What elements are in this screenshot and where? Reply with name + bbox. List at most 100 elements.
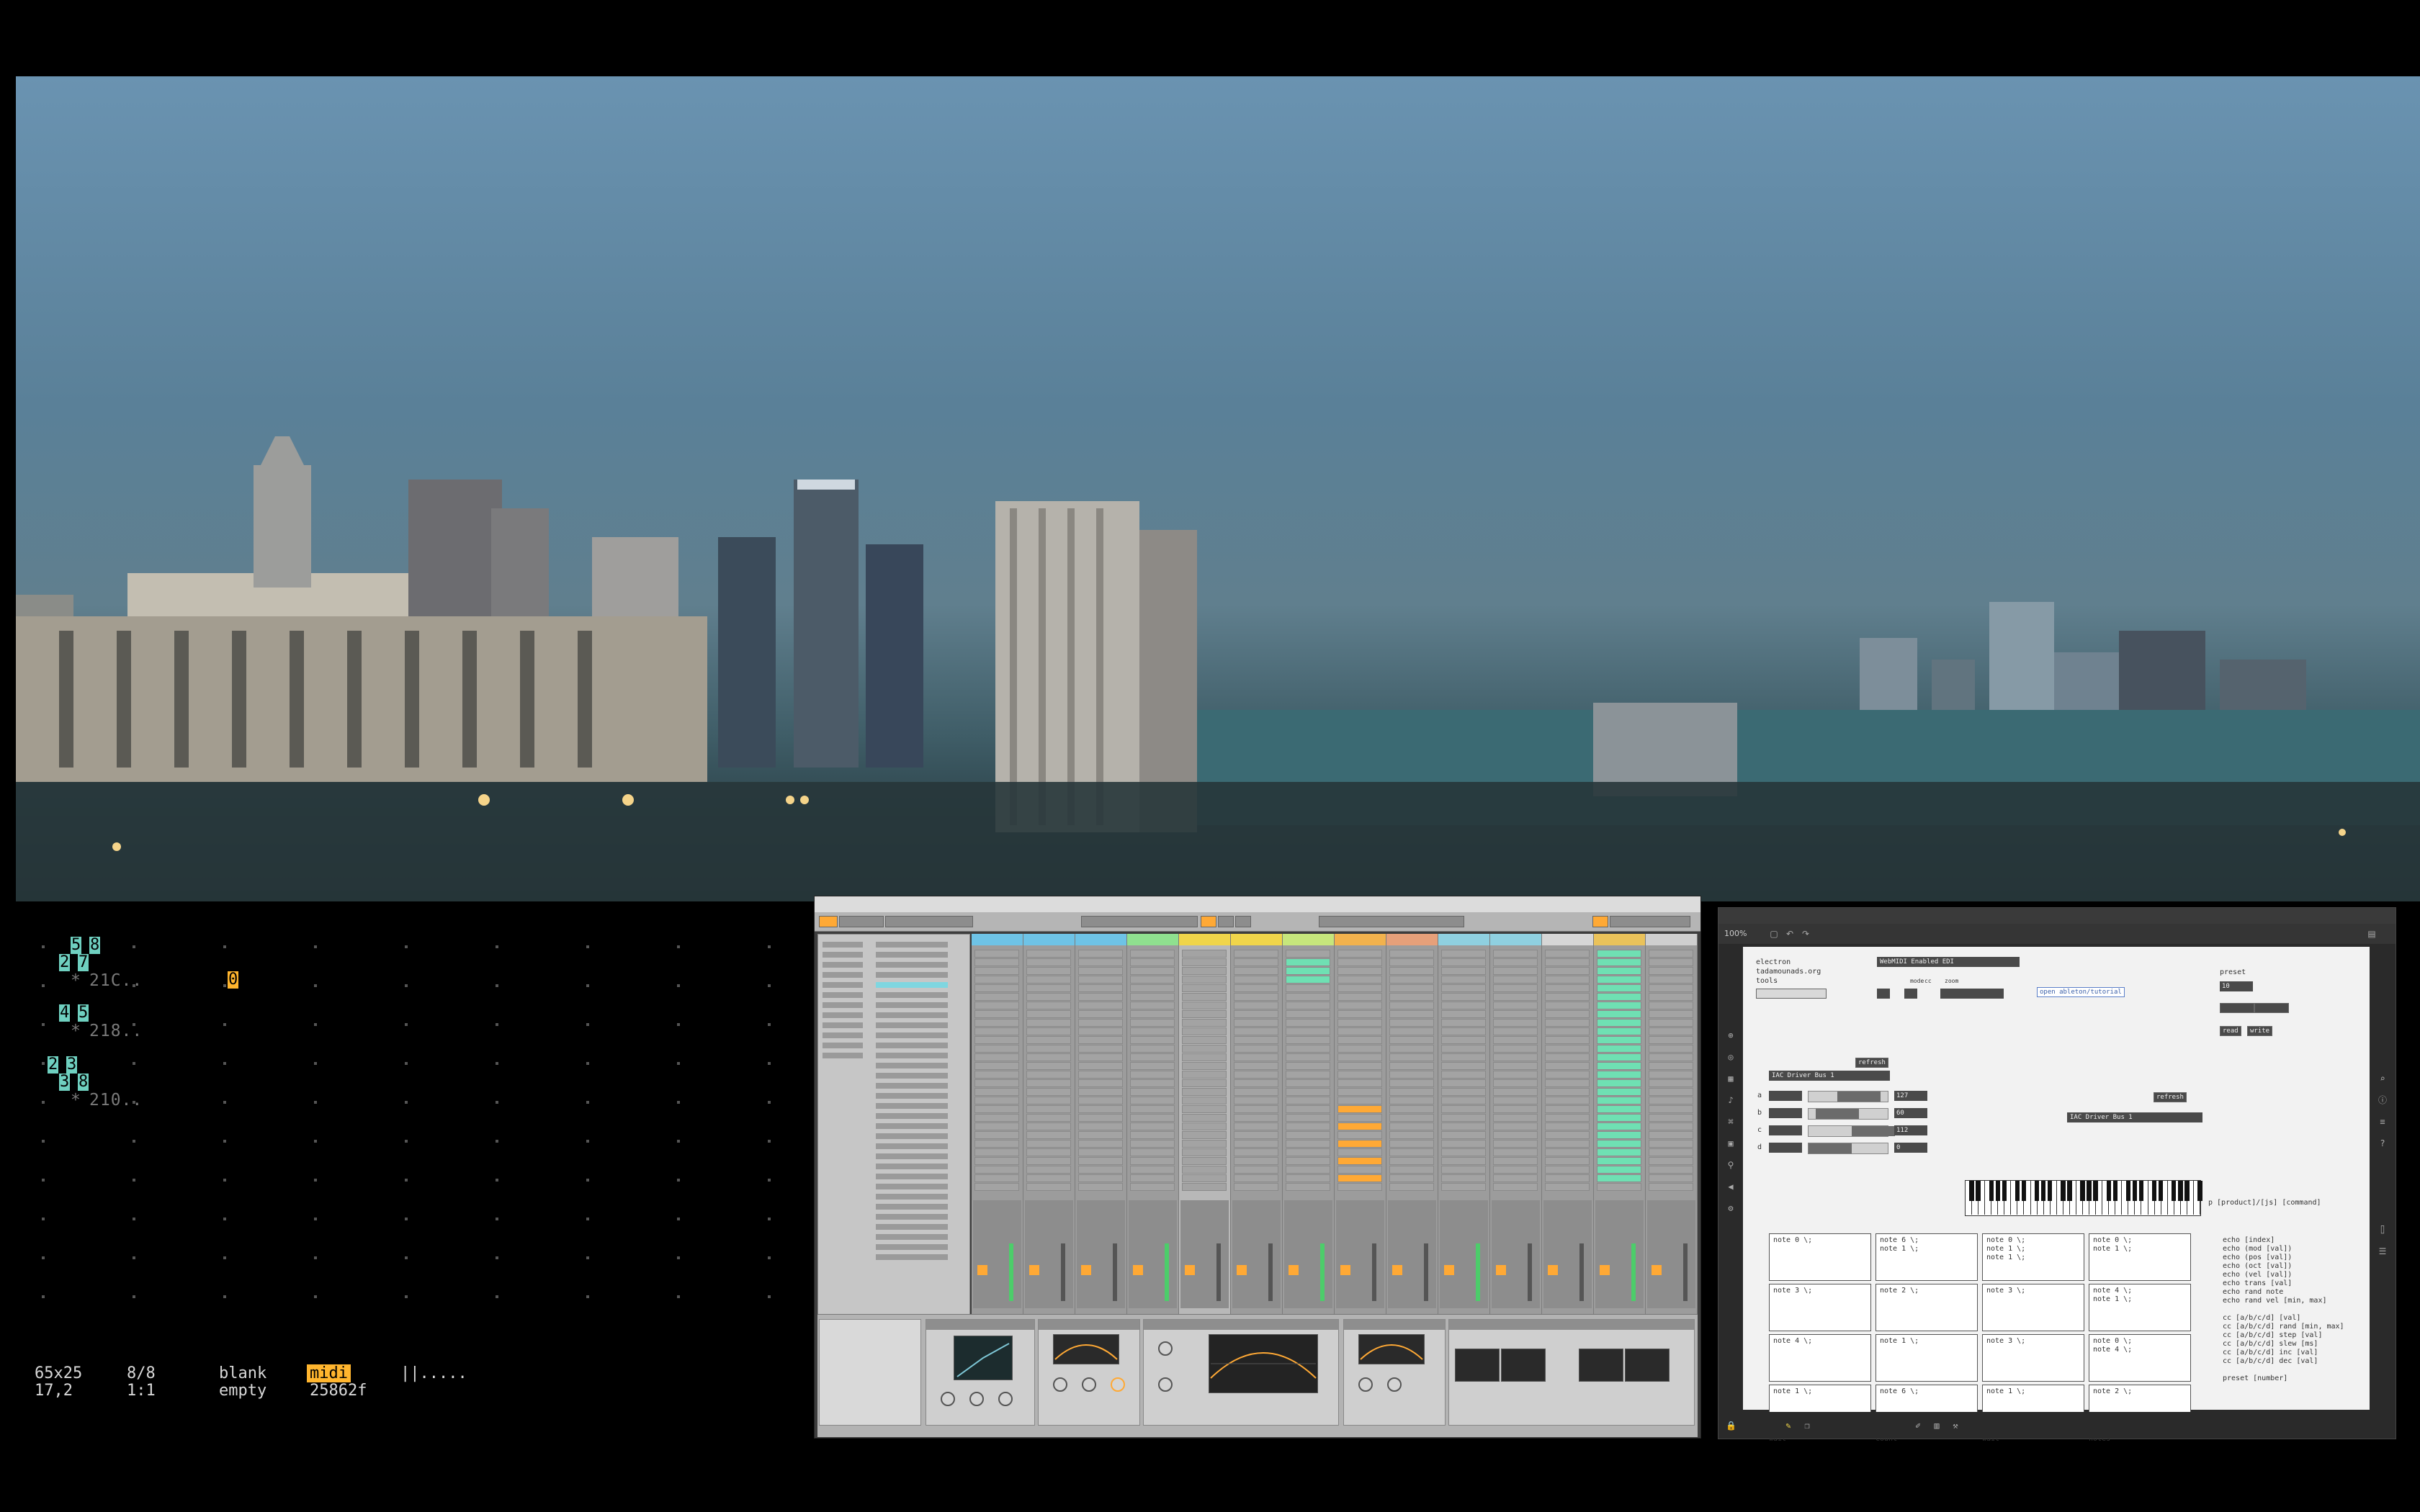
knob[interactable] — [969, 1392, 984, 1406]
search-icon[interactable]: ⌕ — [2378, 1074, 2388, 1084]
clip-slot[interactable] — [1286, 1105, 1330, 1113]
browser-item[interactable] — [823, 1012, 863, 1018]
open-url-message[interactable]: open ableton/tutorial — [2037, 987, 2125, 997]
clip-slot[interactable] — [1182, 984, 1227, 992]
piano-key-black[interactable] — [2197, 1181, 2202, 1201]
clip-slot[interactable] — [1649, 1122, 1693, 1130]
device-auto-filter[interactable] — [1343, 1319, 1446, 1426]
note-cell[interactable]: note 6 \; note 1 \; — [1876, 1233, 1978, 1281]
clip-slot[interactable] — [1026, 993, 1071, 1001]
device-compressor[interactable] — [926, 1319, 1035, 1426]
track-column[interactable] — [1023, 934, 1075, 1314]
clip-slot[interactable] — [1078, 1122, 1123, 1130]
track-activator[interactable] — [1185, 1265, 1195, 1275]
preset-box[interactable] — [2220, 1003, 2254, 1013]
clip-slot[interactable] — [974, 976, 1019, 984]
clip-slot[interactable] — [1026, 976, 1071, 984]
mixer-strip[interactable] — [1077, 1200, 1125, 1308]
clip-slot[interactable] — [1130, 1174, 1175, 1182]
driver-menu[interactable]: WebMIDI Enabled EDI — [1877, 957, 2020, 967]
clip-slot[interactable] — [1182, 1166, 1227, 1174]
mixer-strip[interactable] — [1232, 1200, 1281, 1308]
zoom-level[interactable]: 100% — [1724, 929, 1747, 938]
tempo-field[interactable] — [839, 916, 884, 927]
clip-slot[interactable] — [1441, 967, 1486, 975]
clip-slot[interactable] — [1545, 1062, 1590, 1070]
clip-slot[interactable] — [1182, 1174, 1227, 1182]
piano-key[interactable] — [2051, 1181, 2057, 1215]
clip-slot[interactable] — [974, 1183, 1019, 1191]
clip-slot[interactable] — [1234, 1131, 1278, 1139]
clip-slot[interactable] — [1286, 1010, 1330, 1018]
key-map-button[interactable] — [1592, 916, 1608, 927]
bottom-toolbar[interactable]: 🔒 ✎ ❐ ✐ ▥ ⚒ — [1718, 1412, 2396, 1439]
clip-slot[interactable] — [1441, 1088, 1486, 1096]
clip-slot[interactable] — [1234, 976, 1278, 984]
track-column[interactable] — [1386, 934, 1438, 1314]
grid-icon[interactable]: ▦ — [1726, 1074, 1736, 1084]
cc-value[interactable]: 0 — [1894, 1143, 1927, 1153]
clip-slot[interactable] — [1649, 1036, 1693, 1044]
device-eq[interactable] — [1038, 1319, 1140, 1426]
mixer-strip[interactable] — [973, 1200, 1021, 1308]
clip-slot[interactable] — [1493, 1166, 1538, 1174]
track-header[interactable] — [1438, 934, 1489, 945]
track-column[interactable] — [972, 934, 1023, 1314]
refresh-button[interactable]: refresh — [1855, 1058, 1888, 1068]
clip-slot[interactable] — [1649, 1002, 1693, 1009]
clip-slot[interactable] — [1026, 1019, 1071, 1027]
clip-slot[interactable] — [1493, 1019, 1538, 1027]
clip-slot[interactable] — [1182, 993, 1227, 1001]
clip-slot[interactable] — [1130, 958, 1175, 966]
midi-icon[interactable]: ♪ — [1726, 1095, 1736, 1105]
browser-item[interactable] — [876, 982, 948, 988]
orca-cell[interactable]: 8 — [89, 937, 101, 954]
clip-slot[interactable] — [1493, 1122, 1538, 1130]
clip-slot[interactable] — [1026, 1097, 1071, 1104]
clip-slot[interactable] — [1441, 1036, 1486, 1044]
clip-slot[interactable] — [974, 1053, 1019, 1061]
browser-item[interactable] — [876, 1053, 948, 1058]
clip-slot[interactable] — [1545, 1174, 1590, 1182]
piano-key[interactable] — [2187, 1181, 2194, 1215]
note-cell[interactable]: note 4 \; note 1 \; — [2089, 1284, 2191, 1331]
orca-cell[interactable]: 5 — [71, 937, 82, 954]
preset-box[interactable] — [2254, 1003, 2289, 1013]
clip-slot[interactable] — [1597, 1071, 1641, 1079]
clip-slot[interactable] — [1545, 1019, 1590, 1027]
track-column[interactable] — [1335, 934, 1386, 1314]
track-activator[interactable] — [1392, 1265, 1402, 1275]
clip-slot[interactable] — [1286, 967, 1330, 975]
clip-slot[interactable] — [974, 984, 1019, 992]
clip-slot[interactable] — [1234, 950, 1278, 958]
browser-item[interactable] — [876, 1022, 948, 1028]
piano-key[interactable] — [2115, 1181, 2123, 1215]
clip-slot[interactable] — [974, 1140, 1019, 1148]
orca-cell[interactable]: 5 — [78, 1004, 89, 1022]
clip-slot[interactable] — [1078, 976, 1123, 984]
track-column[interactable] — [1594, 934, 1646, 1314]
clip-slot[interactable] — [1545, 1157, 1590, 1165]
clip-slot[interactable] — [1389, 1174, 1434, 1182]
clip-slot[interactable] — [1286, 1131, 1330, 1139]
clip-slot[interactable] — [1493, 1053, 1538, 1061]
clip-slot[interactable] — [1389, 1166, 1434, 1174]
clip-slot[interactable] — [1078, 1062, 1123, 1070]
clip-slot[interactable] — [974, 1114, 1019, 1122]
clip-slot[interactable] — [1078, 1071, 1123, 1079]
cc-value[interactable]: 127 — [1894, 1091, 1927, 1101]
browser-item[interactable] — [876, 992, 948, 998]
clip-slot[interactable] — [1286, 1174, 1330, 1182]
mixer-strip[interactable] — [1440, 1200, 1488, 1308]
clip-slot[interactable] — [1026, 1010, 1071, 1018]
orca-cell[interactable]: 3 — [66, 1056, 78, 1074]
clip-slot[interactable] — [974, 950, 1019, 958]
clip-slot[interactable] — [1441, 1071, 1486, 1079]
mode-number[interactable] — [1877, 989, 1890, 999]
clip-slot[interactable] — [1649, 1131, 1693, 1139]
clip-slot[interactable] — [1234, 993, 1278, 1001]
clip-slot[interactable] — [1649, 1010, 1693, 1018]
clip-slot[interactable] — [1130, 993, 1175, 1001]
clip-slot[interactable] — [1389, 1045, 1434, 1053]
clip-slot[interactable] — [1078, 1131, 1123, 1139]
